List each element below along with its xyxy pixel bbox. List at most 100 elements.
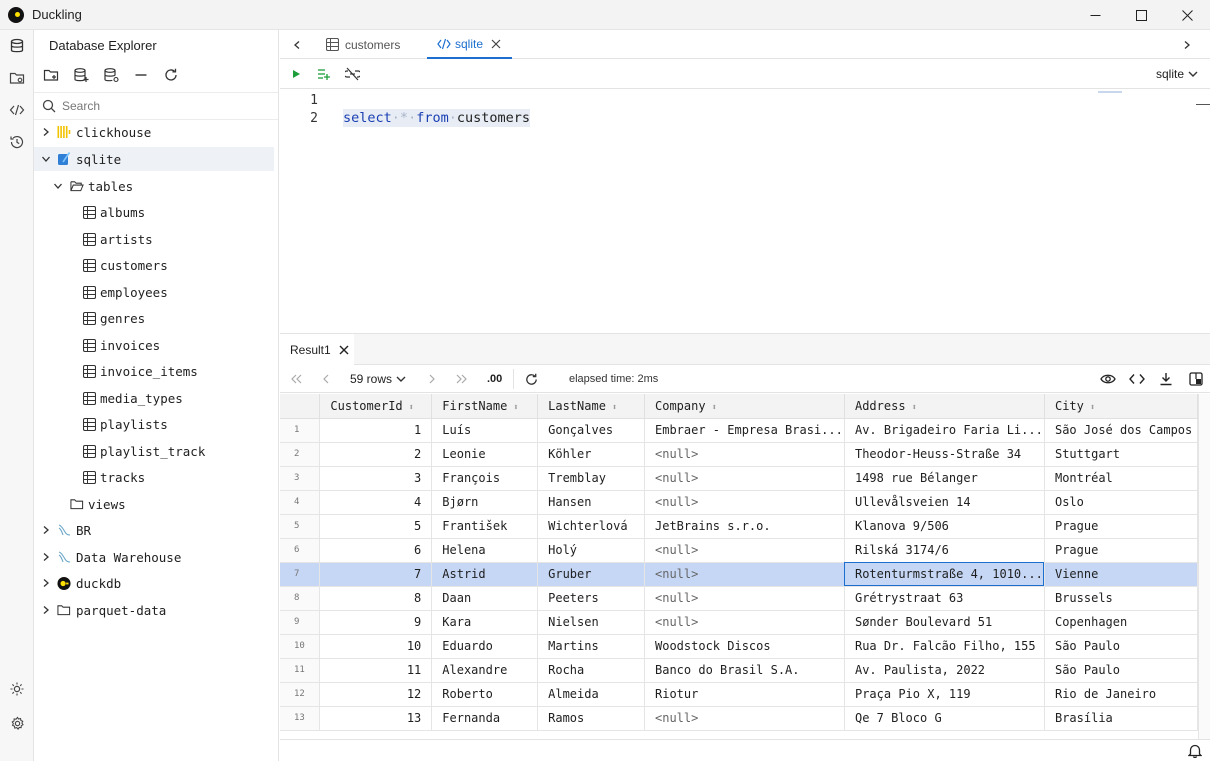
- minimize-button[interactable]: [1072, 0, 1118, 30]
- table-cell[interactable]: Eduardo: [431, 634, 539, 659]
- tree-item-duckdb[interactable]: duckdb: [34, 571, 274, 595]
- table-cell[interactable]: Prague: [1044, 514, 1198, 539]
- connection-select[interactable]: sqlite: [1156, 67, 1198, 81]
- table-cell[interactable]: Rilská 3174/6: [844, 538, 1045, 563]
- table-cell[interactable]: Gruber: [537, 562, 645, 587]
- table-cell[interactable]: Kara: [431, 610, 539, 635]
- table-cell[interactable]: Av. Brigadeiro Faria Li...: [844, 418, 1045, 443]
- run-selection-button[interactable]: [316, 66, 332, 82]
- table-cell[interactable]: São Paulo: [1044, 658, 1198, 683]
- table-cell[interactable]: Qe 7 Bloco G: [844, 706, 1045, 731]
- table-cell[interactable]: Grétrystraat 63: [844, 586, 1045, 611]
- table-cell[interactable]: 5: [319, 514, 433, 539]
- table-cell[interactable]: Holý: [537, 538, 645, 563]
- table-cell[interactable]: <null>: [644, 442, 845, 467]
- table-cell[interactable]: Rua Dr. Falcão Filho, 155: [844, 634, 1045, 659]
- database-icon[interactable]: [7, 36, 27, 56]
- refresh-icon[interactable]: [162, 66, 180, 84]
- table-row[interactable]: 12 12 Roberto Almeida Riotur Praça Pio X, 119…: [280, 682, 1198, 707]
- table-cell[interactable]: Praça Pio X, 119: [844, 682, 1045, 707]
- layout-toggle-icon[interactable]: [1189, 365, 1203, 393]
- table-cell[interactable]: <null>: [644, 490, 845, 515]
- table-cell[interactable]: Hansen: [537, 490, 645, 515]
- last-page-icon[interactable]: [456, 365, 468, 393]
- table-cell[interactable]: Klanova 9/506: [844, 514, 1045, 539]
- rerun-query-icon[interactable]: [513, 369, 539, 389]
- grid-scrollbar[interactable]: [1198, 394, 1210, 739]
- table-cell[interactable]: <null>: [644, 538, 845, 563]
- tab-result1[interactable]: Result1: [280, 334, 354, 365]
- table-cell[interactable]: Leonie: [431, 442, 539, 467]
- table-row[interactable]: 3 3 François Tremblay <null> 1498 rue Bélange…: [280, 466, 1198, 491]
- table-cell[interactable]: Tremblay: [537, 466, 645, 491]
- tree-item-table-invoice-items[interactable]: invoice_items: [34, 359, 274, 383]
- rows-per-page-select[interactable]: 59 rows: [350, 365, 406, 393]
- history-icon[interactable]: [7, 132, 27, 152]
- close-tab-icon[interactable]: [339, 345, 349, 355]
- table-cell[interactable]: Embraer - Empresa Brasi...: [644, 418, 845, 443]
- table-cell[interactable]: 3: [319, 466, 433, 491]
- table-cell[interactable]: Ullevålsveien 14: [844, 490, 1045, 515]
- table-cell[interactable]: Vienne: [1044, 562, 1198, 587]
- table-cell[interactable]: František: [431, 514, 539, 539]
- code-icon[interactable]: [7, 100, 27, 120]
- table-cell[interactable]: Luís: [431, 418, 539, 443]
- table-cell[interactable]: 10: [319, 634, 433, 659]
- table-row[interactable]: 8 8 Daan Peeters <null> Grétrystraat 63 Brusse…: [280, 586, 1198, 611]
- table-cell[interactable]: 9: [319, 610, 433, 635]
- table-row[interactable]: 11 11 Alexandre Rocha Banco do Brasil S.A. Av…: [280, 658, 1198, 683]
- table-row[interactable]: 4 4 Bjørn Hansen <null> Ullevålsveien 14 Oslo: [280, 490, 1198, 515]
- prev-page-icon[interactable]: [322, 365, 330, 393]
- sort-icon[interactable]: ⬍: [612, 403, 617, 413]
- new-folder-icon[interactable]: [42, 66, 60, 84]
- collapse-all-icon[interactable]: [132, 66, 150, 84]
- table-cell[interactable]: 1: [319, 418, 433, 443]
- table-cell[interactable]: Montréal: [1044, 466, 1198, 491]
- tab-customers[interactable]: customers: [326, 30, 400, 59]
- table-cell[interactable]: Fernanda: [431, 706, 539, 731]
- table-row[interactable]: 1 1 Luís Gonçalves Embraer - Empresa Brasi..…: [280, 418, 1198, 443]
- tree-item-table-invoices[interactable]: invoices: [34, 333, 274, 357]
- table-cell[interactable]: Rotenturmstraße 4, 1010...: [844, 562, 1045, 587]
- sort-icon[interactable]: ⬍: [513, 403, 518, 413]
- table-cell[interactable]: Ramos: [537, 706, 645, 731]
- download-icon[interactable]: [1159, 365, 1173, 393]
- close-tab-icon[interactable]: [491, 39, 501, 49]
- table-cell[interactable]: Riotur: [644, 682, 845, 707]
- tree-item-table-tracks[interactable]: tracks: [34, 465, 274, 489]
- table-cell[interactable]: Bjørn: [431, 490, 539, 515]
- decimal-format-button[interactable]: .00: [487, 365, 502, 393]
- column-header[interactable]: FirstName ⬍: [431, 394, 539, 419]
- sort-icon[interactable]: ⬍: [409, 403, 414, 413]
- tree-item-table-customers[interactable]: customers: [34, 253, 274, 277]
- table-cell[interactable]: 6: [319, 538, 433, 563]
- next-page-icon[interactable]: [428, 365, 436, 393]
- table-cell[interactable]: 2: [319, 442, 433, 467]
- chevron-right-icon[interactable]: [40, 524, 52, 536]
- tree-item-data-warehouse[interactable]: Data Warehouse: [34, 545, 274, 569]
- column-header[interactable]: CustomerId ⬍: [319, 394, 433, 419]
- sort-icon[interactable]: ⬍: [712, 403, 717, 413]
- chevron-right-icon[interactable]: [40, 126, 52, 138]
- table-cell[interactable]: Oslo: [1044, 490, 1198, 515]
- column-header[interactable]: LastName ⬍: [537, 394, 645, 419]
- first-page-icon[interactable]: [290, 365, 302, 393]
- table-row[interactable]: 7 7 Astrid Gruber <null> Rotenturmstraße 4, 1…: [280, 562, 1198, 587]
- settings-icon[interactable]: [7, 713, 27, 733]
- table-row[interactable]: 9 9 Kara Nielsen <null> Sønder Boulevard 51 Co…: [280, 610, 1198, 635]
- table-cell[interactable]: 7: [319, 562, 433, 587]
- table-cell[interactable]: Nielsen: [537, 610, 645, 635]
- add-database-icon[interactable]: [72, 66, 90, 84]
- tree-item-clickhouse[interactable]: clickhouse: [34, 120, 274, 144]
- table-row[interactable]: 2 2 Leonie Köhler <null> Theodor-Heuss-Straße…: [280, 442, 1198, 467]
- table-cell[interactable]: 12: [319, 682, 433, 707]
- maximize-button[interactable]: [1118, 0, 1164, 30]
- table-row[interactable]: 5 5 František Wichterlová JetBrains s.r.o. Kl…: [280, 514, 1198, 539]
- folder-link-icon[interactable]: [7, 68, 27, 88]
- table-cell[interactable]: Gonçalves: [537, 418, 645, 443]
- chevron-right-icon[interactable]: [40, 604, 52, 616]
- sort-icon[interactable]: ⬍: [1090, 403, 1095, 413]
- table-cell[interactable]: Brasília: [1044, 706, 1198, 731]
- tree-item-table-albums[interactable]: albums: [34, 200, 274, 224]
- chevron-right-icon[interactable]: [40, 577, 52, 589]
